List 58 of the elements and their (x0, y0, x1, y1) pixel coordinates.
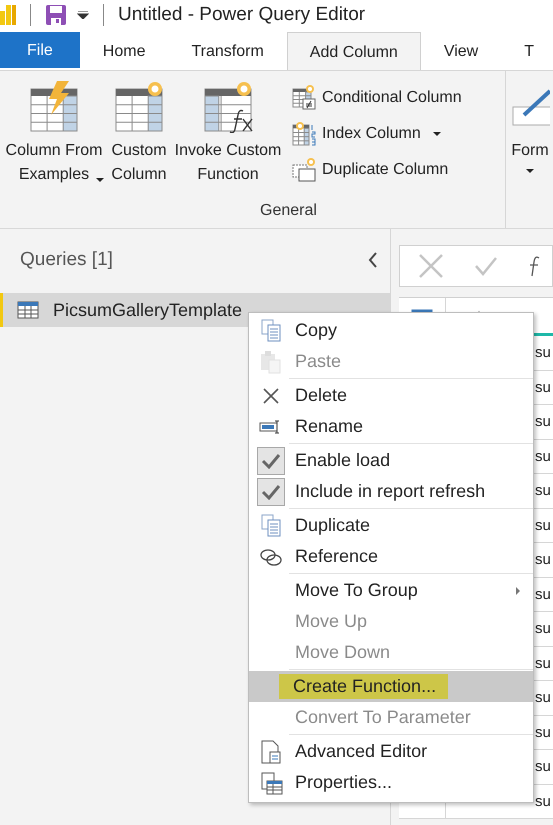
table-cell: su (535, 792, 551, 810)
menu-item[interactable]: Include in report refresh (249, 476, 533, 507)
lightning-table-icon (29, 81, 79, 133)
table-cell: su (535, 516, 551, 534)
paste-icon (259, 350, 283, 374)
table-cell: su (535, 344, 551, 362)
check-icon[interactable] (474, 256, 498, 276)
menu-item[interactable]: Advanced Editor (249, 736, 533, 767)
menu-item[interactable]: Reference (249, 541, 533, 572)
menu-item[interactable]: Properties... (249, 767, 533, 798)
table-not-equal-icon (292, 85, 316, 111)
table-document-icon (259, 770, 283, 794)
table-cell: su (535, 378, 551, 396)
table-icon (17, 301, 39, 319)
table-cell: su (535, 689, 551, 706)
table-sun-icon (114, 81, 164, 133)
check-icon (261, 452, 281, 468)
ribbon-button[interactable]: Column From Examples (2, 77, 106, 202)
ribbon-button[interactable]: Invoke Custom Function (172, 77, 284, 202)
caret-icon[interactable] (77, 11, 89, 19)
menu-item[interactable]: Create Function... (249, 671, 533, 702)
table-cell: su (535, 448, 551, 465)
table-numbers-icon (292, 121, 316, 147)
menu-item[interactable]: Enable load (249, 445, 533, 476)
table-cell: su (535, 586, 551, 603)
table-cell: su (535, 551, 551, 568)
ribbon-button[interactable]: Conditional Column (292, 85, 462, 111)
table-function-icon (203, 81, 253, 133)
menu-item[interactable]: Move To Group (249, 575, 533, 606)
ribbon-button[interactable]: Custom Column (108, 77, 170, 202)
table-cell: su (535, 620, 551, 638)
table-cell: su (535, 413, 551, 430)
menu-item[interactable]: Duplicate (249, 510, 533, 541)
table-cell: su (535, 654, 551, 672)
ribbon-button[interactable]: Duplicate Column (292, 157, 462, 183)
ribbon-button[interactable]: Index Column (292, 121, 462, 147)
duplicate-icon (292, 157, 316, 183)
table-cell: su (535, 724, 551, 741)
checkbox[interactable] (257, 478, 285, 506)
pane-title: Queries [1] (20, 249, 113, 271)
copy-icon (259, 514, 283, 538)
document-icon (259, 740, 283, 764)
ribbon-button[interactable]: Form (510, 77, 550, 177)
table-cell: su (535, 482, 551, 500)
save-icon[interactable] (45, 4, 67, 26)
file-tab[interactable]: File (0, 32, 80, 68)
menu-item[interactable]: Delete (249, 380, 533, 411)
copy-icon (259, 318, 283, 342)
menu-item[interactable]: Rename (249, 411, 533, 442)
app-logo-icon (0, 5, 16, 25)
ribbon-tab[interactable]: Add Column (286, 32, 421, 70)
check-icon (261, 484, 281, 500)
checkbox[interactable] (257, 446, 285, 474)
window-title: Untitled - Power Query Editor (118, 4, 366, 26)
function-icon[interactable] (528, 254, 540, 278)
group-label: General (260, 202, 317, 221)
collapse-icon[interactable] (368, 252, 378, 268)
table-cell: su (535, 758, 551, 776)
